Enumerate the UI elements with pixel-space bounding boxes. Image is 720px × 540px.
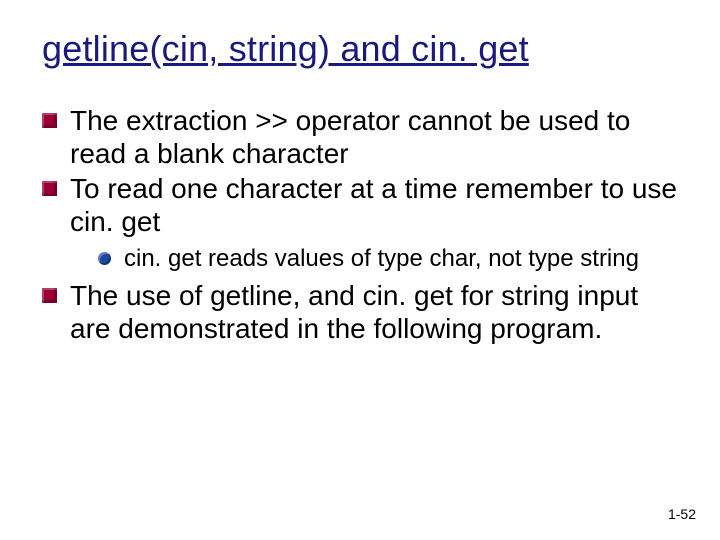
- list-item: The extraction >> operator cannot be use…: [42, 104, 678, 170]
- sub-bullet-text: cin. get reads values of type char, not …: [124, 245, 639, 272]
- list-item: To read one character at a time remember…: [42, 172, 678, 273]
- slide-number: 1-52: [668, 506, 696, 522]
- bullet-text: The extraction >> operator cannot be use…: [70, 105, 630, 169]
- list-item: cin. get reads values of type char, not …: [70, 244, 678, 273]
- slide-title: getline(cin, string) and cin. get: [42, 28, 678, 70]
- bullet-list: The extraction >> operator cannot be use…: [42, 104, 678, 345]
- bullet-text: To read one character at a time remember…: [70, 173, 677, 237]
- list-item: The use of getline, and cin. get for str…: [42, 279, 678, 345]
- bullet-text: The use of getline, and cin. get for str…: [70, 280, 638, 344]
- slide: getline(cin, string) and cin. get The ex…: [0, 0, 720, 540]
- sub-bullet-list: cin. get reads values of type char, not …: [70, 244, 678, 273]
